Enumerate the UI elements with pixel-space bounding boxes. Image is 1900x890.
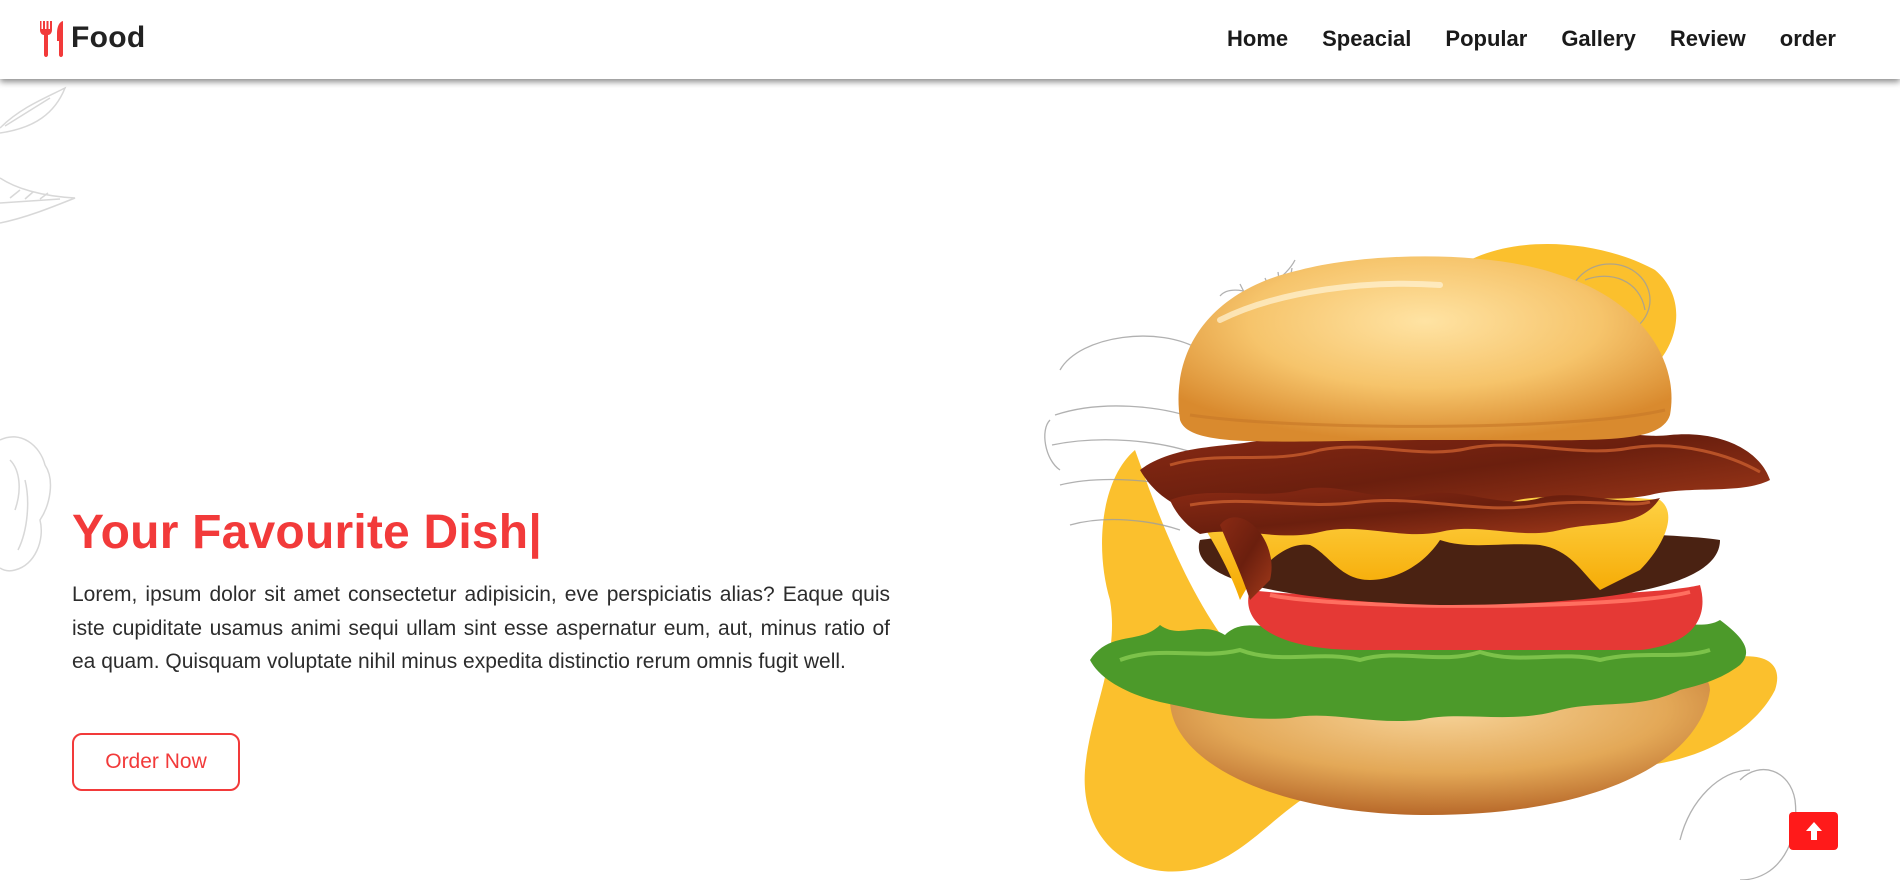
arrow-up-icon: [1805, 822, 1822, 840]
hero-title: Your Favourite Dish|: [72, 505, 542, 560]
logo-text: Food: [71, 21, 146, 54]
order-now-button[interactable]: Order Now: [72, 733, 240, 791]
nav-home[interactable]: Home: [1227, 24, 1288, 54]
leaf-sketch-icon: [0, 86, 76, 224]
header: Food Home Speacial Popular Gallery Revie…: [0, 0, 1900, 79]
nav-gallery[interactable]: Gallery: [1561, 24, 1636, 54]
scroll-to-top-button[interactable]: [1789, 812, 1838, 850]
logo[interactable]: Food: [37, 18, 146, 58]
hero-title-text: Your Favourite Dish: [72, 506, 529, 559]
typing-caret: |: [528, 506, 542, 559]
nav-review[interactable]: Review: [1670, 24, 1746, 54]
utensils-icon: [40, 21, 63, 57]
main-nav: Home Speacial Popular Gallery Review ord…: [1193, 24, 1836, 54]
burger-image: [1044, 243, 1797, 880]
hero-description: Lorem, ipsum dolor sit amet consectetur …: [72, 583, 890, 673]
nav-order[interactable]: order: [1780, 24, 1836, 54]
nav-special[interactable]: Speacial: [1322, 24, 1411, 54]
nav-popular[interactable]: Popular: [1445, 24, 1527, 54]
vegetable-sketch-icon: [0, 436, 52, 572]
